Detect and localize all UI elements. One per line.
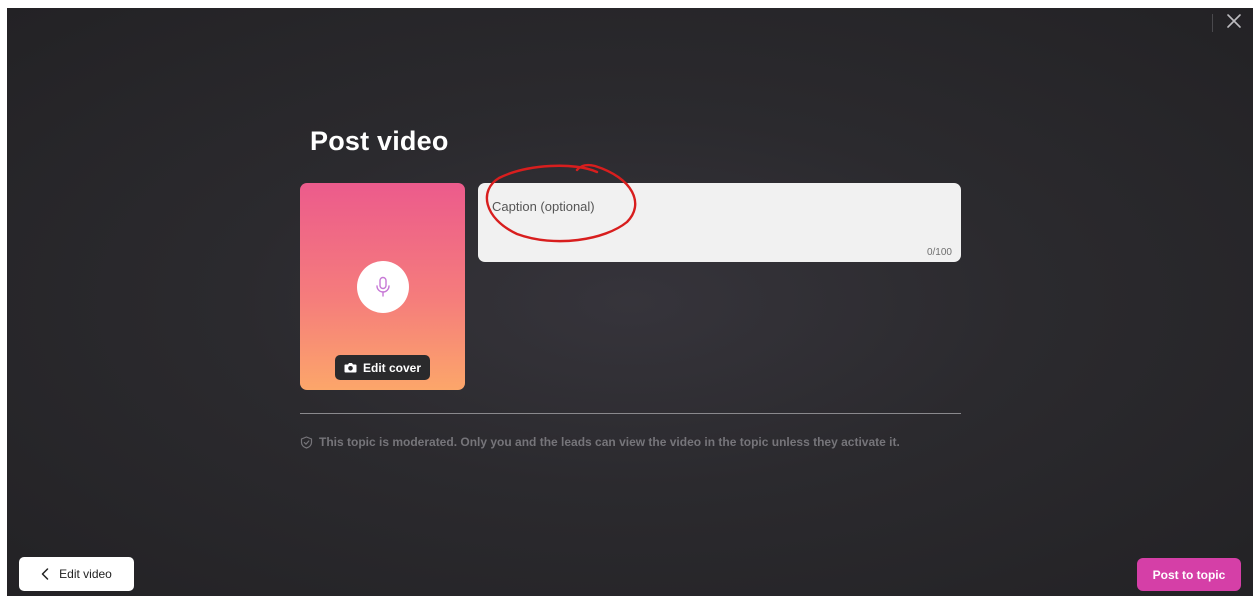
- microphone-icon: [376, 276, 390, 297]
- section-divider: [300, 413, 961, 414]
- caption-input[interactable]: [492, 195, 932, 217]
- moderation-notice: This topic is moderated. Only you and th…: [300, 435, 900, 449]
- post-to-topic-button[interactable]: Post to topic: [1137, 558, 1241, 591]
- microphone-badge: [357, 261, 409, 313]
- edit-cover-label: Edit cover: [362, 360, 422, 375]
- video-cover: Edit cover: [300, 183, 465, 390]
- moderation-notice-text: This topic is moderated. Only you and th…: [319, 435, 900, 449]
- chevron-left-icon: [41, 568, 49, 580]
- character-counter: 0/100: [926, 247, 952, 258]
- page-title: Post video: [310, 126, 449, 156]
- close-divider: [1212, 14, 1213, 32]
- edit-cover-button[interactable]: Edit cover: [335, 355, 430, 380]
- edit-video-label: Edit video: [59, 567, 112, 581]
- shield-check-icon: [300, 435, 313, 449]
- post-video-dialog: Post video Edit cover 0/100 Th: [7, 8, 1253, 596]
- caption-field[interactable]: 0/100: [478, 183, 961, 262]
- camera-icon: [344, 363, 357, 373]
- edit-video-button[interactable]: Edit video: [19, 557, 134, 591]
- close-button[interactable]: [1223, 10, 1245, 32]
- close-icon: [1227, 14, 1241, 28]
